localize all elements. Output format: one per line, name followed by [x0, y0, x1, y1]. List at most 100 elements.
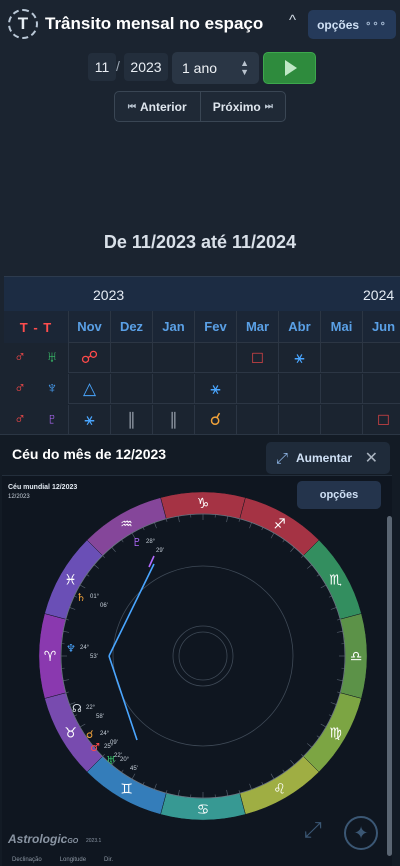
- chart-frame: Céu mundial 12/2023 12/2023 opções ♑ ♐ ♏ ♎ ♍…: [2, 475, 392, 866]
- zoom-icon[interactable]: ⤢: [304, 817, 322, 843]
- play-icon: [285, 60, 297, 76]
- logo-letter: T: [17, 14, 29, 33]
- degree-tick: [238, 790, 241, 794]
- aspect-cell[interactable]: △: [68, 374, 110, 404]
- planet-minute: 29': [156, 548, 164, 554]
- degree-tick: [142, 781, 145, 785]
- aspect-cell[interactable]: □: [236, 343, 278, 373]
- planet-minute: 45': [130, 766, 138, 772]
- aspect-cell[interactable]: [320, 343, 362, 373]
- options-button[interactable]: opções ∘∘∘: [308, 10, 396, 39]
- aspect-cell[interactable]: [320, 374, 362, 404]
- aspect-cell[interactable]: [278, 405, 320, 435]
- aspect-cell[interactable]: ⚹: [68, 405, 110, 435]
- zodiac-sign-icon: ♌: [273, 782, 286, 798]
- degree-tick: [261, 781, 264, 785]
- degree-tick: [65, 691, 69, 694]
- degree-tick: [165, 518, 168, 522]
- astro-wheel: ♑♐♏♎♍♌♋♊♉♈♓♒♇ 28°29'♄ 01°06'♆ 24°53'☊ 22°58'…: [38, 491, 368, 821]
- chart-scrollbar[interactable]: [387, 516, 392, 856]
- planet-glyph-icon: ♆: [46, 380, 58, 397]
- transit-pair-label: ♂ ♇: [4, 405, 68, 435]
- aspect-cell[interactable]: [236, 405, 278, 435]
- degree-tick: [270, 773, 275, 780]
- transit-type-label: T - T: [19, 319, 53, 335]
- aspect-cell[interactable]: [110, 374, 152, 404]
- degree-tick: [320, 723, 327, 728]
- aspect-cell[interactable]: [278, 374, 320, 404]
- skip-forward-icon: ⏭: [264, 101, 273, 111]
- page-title: Trânsito mensal no espaço: [45, 14, 264, 33]
- degree-tick: [63, 679, 70, 681]
- aspect-cell[interactable]: ∥: [152, 405, 194, 435]
- degree-tick: [306, 743, 312, 748]
- planet-minute: 06': [100, 603, 108, 609]
- previous-button[interactable]: ⏮ Anterior: [115, 92, 200, 121]
- aspect-cell[interactable]: ☌: [194, 405, 236, 435]
- zodiac-sign-icon: ♈: [44, 649, 57, 665]
- planet-glyph-icon: ☊: [72, 702, 82, 715]
- aspect-cell[interactable]: ☍: [68, 343, 110, 373]
- add-fab-button[interactable]: ✦: [344, 816, 378, 850]
- aspect-cell[interactable]: [152, 343, 194, 373]
- month-header: Fev: [194, 311, 236, 343]
- degree-tick: [111, 547, 116, 553]
- close-icon[interactable]: ✕: [365, 448, 378, 468]
- degree-tick: [131, 773, 136, 780]
- year-label: 2024: [363, 287, 395, 303]
- planet-degree: 20°: [120, 757, 130, 763]
- aspect-cell[interactable]: [236, 374, 278, 404]
- month-header: Mar: [236, 311, 278, 343]
- degree-tick: [337, 691, 341, 694]
- period-select[interactable]: 1 ano ▲ ▼: [172, 52, 259, 84]
- transit-pair-label: ♂ ♆: [4, 374, 68, 404]
- aspect-cell[interactable]: [110, 343, 152, 373]
- aspect-cell[interactable]: [152, 374, 194, 404]
- collapse-caret-icon[interactable]: ^: [289, 12, 296, 29]
- zodiac-sign-icon: ♏: [329, 573, 342, 589]
- degree-tick: [336, 631, 343, 633]
- aspect-cell[interactable]: ⚹: [194, 374, 236, 404]
- degree-tick: [306, 564, 312, 569]
- degree-tick: [69, 607, 76, 610]
- degree-tick: [121, 539, 124, 543]
- aspect-cell[interactable]: □: [362, 405, 400, 435]
- expand-icon[interactable]: ⤢: [276, 450, 288, 467]
- degree-tick: [63, 631, 70, 633]
- app-header: T Trânsito mensal no espaço ^ opções ∘∘∘: [0, 0, 400, 48]
- aspect-cell[interactable]: ∥: [110, 405, 152, 435]
- planet-degree: 01°: [90, 594, 100, 600]
- aspect-cell[interactable]: [320, 405, 362, 435]
- year-input[interactable]: 2023: [124, 53, 168, 81]
- planet-degree: 28°: [146, 539, 156, 545]
- zodiac-sign-icon: ♍: [329, 726, 342, 742]
- degree-tick: [282, 769, 285, 773]
- aspect-cell[interactable]: [194, 343, 236, 373]
- next-button[interactable]: Próximo ⏭: [199, 92, 286, 121]
- mars-glyph-icon: ♂: [14, 349, 26, 366]
- aspect-cell[interactable]: [362, 374, 400, 404]
- month-input[interactable]: 11: [88, 53, 116, 81]
- degree-tick: [316, 735, 320, 738]
- aspect-cell[interactable]: ⚹: [278, 343, 320, 373]
- column-heads: Declinação Longitude Dir.: [12, 857, 113, 863]
- planet-glyph-icon: ♅: [46, 349, 58, 366]
- degree-tick: [154, 522, 157, 529]
- core-ring: [178, 631, 228, 681]
- month-header: Jan: [152, 311, 194, 343]
- year-label: 2023: [93, 287, 125, 303]
- play-button[interactable]: [263, 52, 316, 84]
- degree-tick: [330, 607, 337, 610]
- skip-back-icon: ⏮: [127, 101, 136, 111]
- expand-button[interactable]: Aumentar: [296, 451, 352, 465]
- degree-tick: [102, 555, 105, 558]
- planet-degree: 22°: [86, 705, 96, 711]
- year-row: 2023 2024: [4, 276, 400, 311]
- degree-tick: [301, 555, 304, 558]
- month-header: Nov: [68, 311, 110, 343]
- aspect-cell[interactable]: [362, 343, 400, 373]
- zodiac-sign-icon: ♋: [197, 802, 210, 818]
- degree-tick: [142, 527, 145, 531]
- panel-title: Céu do mês de 12/2023: [12, 446, 167, 462]
- planet-glyph-icon: ♇: [132, 536, 142, 549]
